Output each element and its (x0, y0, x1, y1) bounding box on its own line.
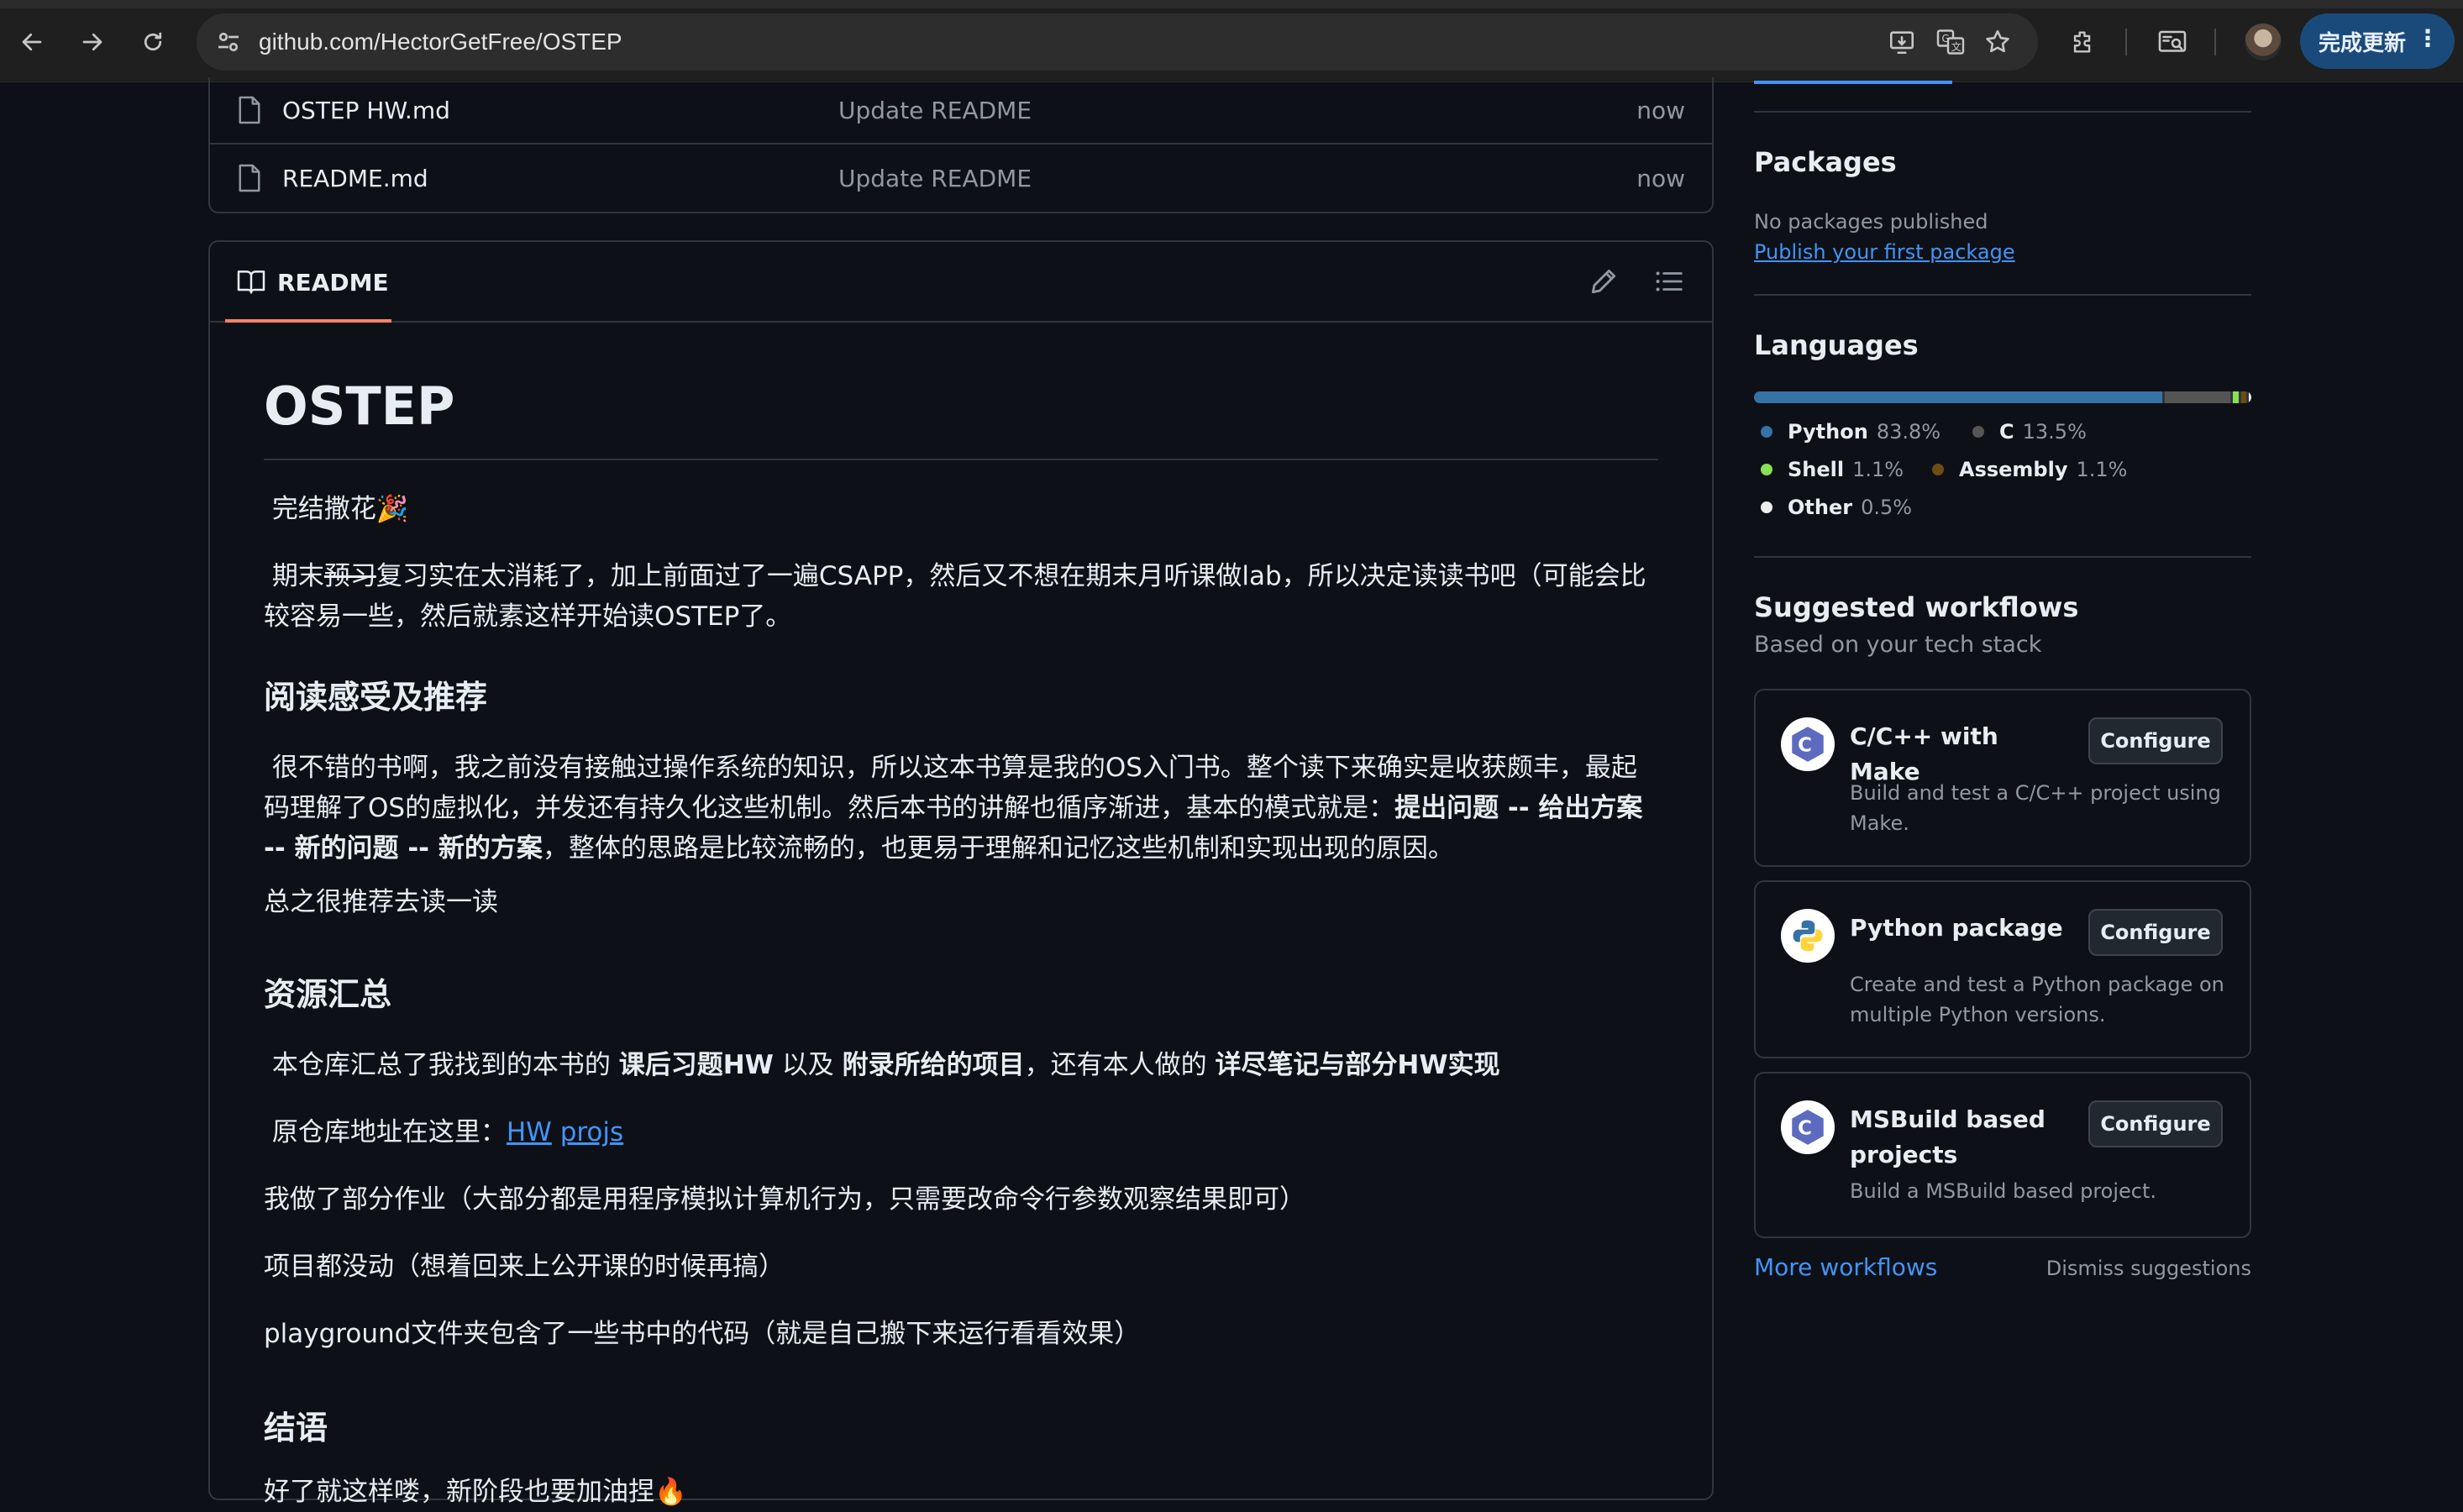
language-bar-segment (2240, 391, 2247, 403)
section-heading: 资源汇总 (264, 976, 392, 1013)
paragraph: 原仓库地址在这里：HW projs (271, 1117, 624, 1147)
section-heading: 阅读感受及推荐 (264, 679, 488, 716)
packages-heading[interactable]: Packages (1754, 146, 1897, 178)
readme-title: OSTEP (264, 380, 1658, 460)
dismiss-suggestions-button[interactable]: Dismiss suggestions (2046, 1257, 2251, 1280)
file-row[interactable]: OSTEP HW.md Update README now (210, 77, 1712, 144)
svg-text:C: C (1798, 1117, 1812, 1139)
commit-message[interactable]: Update README (838, 97, 1032, 124)
configure-button[interactable]: Configure (2088, 909, 2223, 956)
python-logo-icon (1781, 909, 1835, 963)
section-heading: 结语 (264, 1410, 328, 1446)
cpp-logo-icon: C (1781, 717, 1835, 771)
divider (1754, 294, 2251, 296)
update-button[interactable]: 完成更新 ⋮ (2300, 13, 2455, 69)
repo-sidebar: Packages No packages published Publish y… (1754, 0, 2251, 1478)
workflow-description: Build a MSBuild based project. (1850, 1179, 2157, 1203)
readme-panel: README OSTEP 完结撒花🎉 期末预习复习实在太消耗了，加上前面过了一遍… (208, 240, 1714, 1507)
workflow-description: Create and test a Python package on mult… (1850, 973, 2224, 1026)
language-dot (1932, 464, 1944, 475)
readme-header: README (210, 242, 1712, 323)
url-text[interactable]: github.com/HectorGetFree/OSTEP (259, 29, 622, 55)
hw-link[interactable]: HW (507, 1117, 552, 1147)
site-settings-icon[interactable] (213, 27, 244, 57)
language-item[interactable]: Python 83.8% (1761, 420, 1940, 444)
workflows-subtitle: Based on your tech stack (1754, 632, 2042, 658)
workflow-card: C MSBuild based projects Build a MSBuild… (1754, 1072, 2251, 1238)
language-item[interactable]: C 13.5% (1972, 420, 2087, 444)
commit-message[interactable]: Update README (838, 165, 1032, 192)
file-row[interactable]: README.md Update README now (210, 144, 1712, 212)
outline-list-icon[interactable] (1653, 265, 1685, 297)
pencil-icon[interactable] (1588, 265, 1620, 297)
file-name[interactable]: OSTEP HW.md (282, 97, 450, 124)
file-icon (239, 164, 260, 192)
divider (1754, 556, 2251, 558)
readme-tab-label: README (277, 269, 389, 297)
language-dot (1972, 426, 1984, 438)
tab-readme[interactable]: README (225, 242, 391, 323)
paragraph: playground文件夹包含了一些书中的代码（就是自己搬下来运行看看效果） (264, 1319, 1141, 1349)
back-icon[interactable] (12, 22, 52, 62)
workflow-card: C C/C++ with Make Build and test a C/C++… (1754, 689, 2251, 867)
publish-package-link[interactable]: Publish your first package (1754, 240, 2015, 264)
file-name[interactable]: README.md (282, 165, 428, 192)
language-dot (1761, 426, 1772, 438)
languages-heading: Languages (1754, 329, 1919, 361)
paragraph: 好了就这样喽，新阶段也要加油捏🔥 (264, 1477, 687, 1507)
msbuild-logo-icon: C (1781, 1100, 1835, 1154)
update-label: 完成更新 (2319, 30, 2407, 56)
book-icon (237, 270, 265, 294)
language-item[interactable]: Shell 1.1% (1761, 458, 1904, 481)
paragraph: 很不错的书啊，我之前没有接触过操作系统的知识，所以这本书算是我的OS入门书。整个… (264, 753, 1643, 864)
language-item[interactable]: Other 0.5% (1761, 496, 1912, 519)
language-bar (1754, 391, 2251, 403)
language-dot (1761, 501, 1772, 513)
paragraph: 本仓库汇总了我找到的本书的 课后习题HW 以及 附录所给的项目，还有本人做的 详… (271, 1050, 1500, 1080)
language-bar-segment (2165, 391, 2231, 403)
divider (1754, 111, 2251, 113)
more-workflows-link[interactable]: More workflows (1754, 1253, 1937, 1281)
workflow-card: Python package Create and test a Python … (1754, 880, 2251, 1058)
more-menu-icon[interactable]: ⋮ (2416, 27, 2439, 50)
workflow-description: Build and test a C/C++ project using Mak… (1850, 781, 2221, 835)
configure-button[interactable]: Configure (2088, 717, 2223, 764)
workflows-heading: Suggested workflows (1754, 591, 2079, 623)
paragraph: 总之很推荐去读一读 (264, 887, 498, 917)
paragraph: 期末预习复习实在太消耗了，加上前面过了一遍CSAPP，然后又不想在期末月听课做l… (264, 561, 1646, 632)
reload-icon[interactable] (133, 22, 173, 62)
commit-time: now (1636, 164, 1685, 192)
language-item[interactable]: Assembly 1.1% (1932, 458, 2127, 481)
paragraph: 项目都没动（想着回来上公开课的时候再搞） (264, 1252, 785, 1282)
packages-empty-text: No packages published (1754, 210, 1988, 234)
language-dot (1761, 464, 1772, 475)
language-bar-segment (2249, 391, 2251, 403)
forward-icon[interactable] (72, 22, 113, 62)
projs-link[interactable]: projs (560, 1117, 623, 1147)
language-bar-segment (2233, 391, 2239, 403)
svg-text:C: C (1798, 734, 1812, 756)
file-list: OSTEP HW.md Update README now README.md … (208, 77, 1714, 213)
configure-button[interactable]: Configure (2088, 1100, 2223, 1147)
workflow-title: MSBuild based projects (1850, 1105, 2045, 1168)
commit-time: now (1636, 96, 1685, 124)
paragraph: 我做了部分作业（大部分都是用程序模拟计算机行为，只需要改命令行参数观察结果即可） (264, 1184, 1305, 1215)
workflow-title: Python package (1850, 914, 2063, 942)
file-icon (239, 96, 260, 124)
paragraph: 完结撒花🎉 (271, 494, 409, 524)
language-bar-segment (1754, 391, 2163, 403)
sidebar-link-underline (1754, 81, 1952, 84)
